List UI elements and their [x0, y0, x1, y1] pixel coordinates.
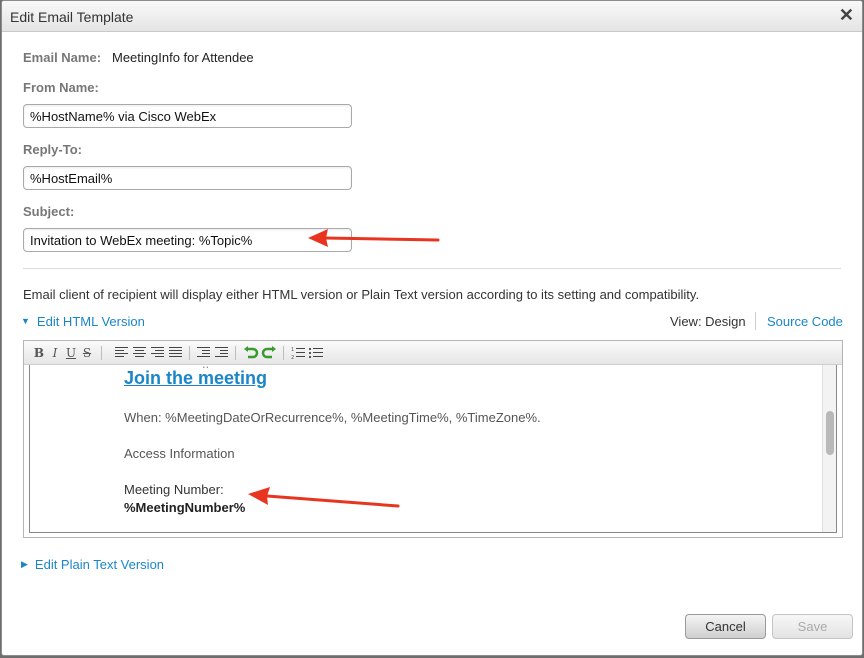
toolbar-separator	[283, 346, 284, 360]
join-meeting-link[interactable]: Join the meeting	[124, 368, 267, 389]
meeting-number-label: Meeting Number:	[124, 482, 224, 497]
numbered-list-icon[interactable]: 1 2	[291, 346, 305, 360]
toolbar-separator	[189, 346, 190, 360]
subject-input[interactable]: Invitation to WebEx meeting: %Topic%	[23, 228, 352, 252]
triangle-down-icon: ▼	[21, 316, 30, 326]
edit-plain-text-version-label: Edit Plain Text Version	[34, 557, 165, 572]
redo-icon[interactable]	[261, 345, 277, 361]
when-line: When: %MeetingDateOrRecurrence%, %Meetin…	[124, 410, 541, 425]
subject-label: Subject:	[23, 204, 75, 219]
view-design-label: View: Design	[670, 314, 746, 329]
close-icon[interactable]: ✕	[839, 5, 854, 26]
cancel-button[interactable]: Cancel	[685, 614, 766, 639]
view-separator	[755, 312, 756, 330]
email-name-value: MeetingInfo for Attendee	[112, 50, 254, 65]
underline-button[interactable]: U	[64, 345, 78, 361]
edit-plain-text-version-toggle[interactable]: ▶ Edit Plain Text Version	[21, 557, 164, 572]
source-code-link[interactable]: Source Code	[767, 314, 843, 329]
align-center-icon[interactable]	[133, 347, 146, 358]
bulleted-list-icon[interactable]	[309, 346, 323, 360]
align-right-icon[interactable]	[151, 347, 164, 358]
compatibility-info-text: Email client of recipient will display e…	[23, 287, 700, 302]
toolbar-separator	[235, 346, 236, 360]
email-name-label: Email Name:	[23, 50, 102, 65]
italic-button[interactable]: I	[48, 345, 62, 361]
undo-icon[interactable]	[243, 345, 259, 361]
bold-button[interactable]: B	[32, 345, 46, 361]
section-divider	[23, 268, 841, 269]
scrollbar-thumb[interactable]	[826, 411, 834, 455]
from-name-input[interactable]: %HostName% via Cisco WebEx	[23, 104, 352, 128]
from-name-label: From Name:	[23, 80, 99, 95]
edit-html-version-label: Edit HTML Version	[36, 314, 145, 329]
strikethrough-button[interactable]: S	[80, 345, 94, 361]
svg-text:2: 2	[291, 355, 294, 360]
edit-email-template-dialog: Edit Email Template ✕ Email Name: Meetin…	[1, 0, 863, 656]
edit-html-version-toggle[interactable]: ▼ Edit HTML Version	[21, 314, 145, 329]
reply-to-input[interactable]: %HostEmail%	[23, 166, 352, 190]
indent-icon[interactable]	[215, 347, 228, 358]
access-information-heading: Access Information	[124, 446, 235, 461]
editor-content-area[interactable]: .. Join the meeting When: %MeetingDateOr…	[29, 365, 837, 533]
editor-toolbar: B I U S 1 2	[24, 341, 842, 365]
align-left-icon[interactable]	[115, 347, 128, 358]
save-button[interactable]: Save	[772, 614, 853, 639]
svg-text:1: 1	[291, 347, 294, 353]
align-justify-icon[interactable]	[169, 347, 182, 358]
triangle-right-icon: ▶	[21, 559, 28, 569]
dialog-titlebar: Edit Email Template ✕	[2, 1, 862, 32]
editor-scrollbar[interactable]	[822, 365, 836, 532]
outdent-icon[interactable]	[197, 347, 210, 358]
toolbar-separator	[101, 346, 102, 360]
html-editor: B I U S 1 2 Join the meeting When: %Meet…	[23, 340, 843, 538]
reply-to-label: Reply-To:	[23, 142, 82, 157]
dialog-title: Edit Email Template	[10, 9, 134, 25]
meeting-number-value: %MeetingNumber%	[124, 500, 246, 515]
